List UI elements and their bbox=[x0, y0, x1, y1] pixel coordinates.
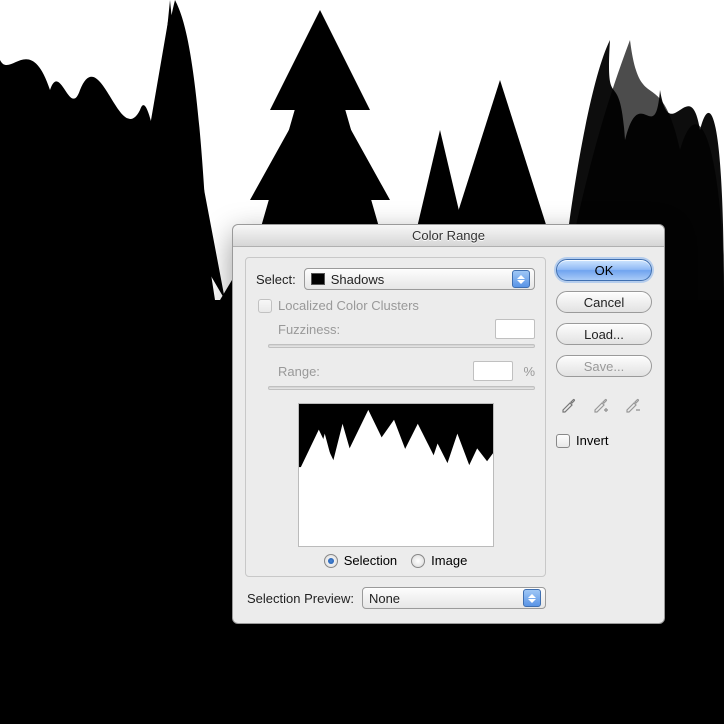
radio-image-icon bbox=[411, 554, 425, 568]
localized-label: Localized Color Clusters bbox=[278, 298, 419, 313]
radio-selection-label: Selection bbox=[344, 553, 397, 568]
fuzziness-label: Fuzziness: bbox=[278, 322, 350, 337]
invert-checkbox[interactable] bbox=[556, 434, 570, 448]
range-slider[interactable] bbox=[268, 383, 535, 393]
save-button[interactable]: Save... bbox=[556, 355, 652, 377]
radio-selection[interactable]: Selection bbox=[324, 553, 397, 568]
radio-image-label: Image bbox=[431, 553, 467, 568]
cancel-button[interactable]: Cancel bbox=[556, 291, 652, 313]
radio-selection-icon bbox=[324, 554, 338, 568]
invert-label: Invert bbox=[576, 433, 609, 448]
radio-image[interactable]: Image bbox=[411, 553, 467, 568]
dropdown-arrows-icon bbox=[523, 589, 541, 607]
range-suffix: % bbox=[523, 364, 535, 379]
dropdown-arrows-icon bbox=[512, 270, 530, 288]
fuzziness-slider[interactable] bbox=[268, 341, 535, 351]
eyedropper-icon[interactable] bbox=[558, 393, 580, 415]
select-value: Shadows bbox=[331, 272, 508, 287]
load-button[interactable]: Load... bbox=[556, 323, 652, 345]
selection-preview-dropdown[interactable]: None bbox=[362, 587, 546, 609]
dialog-title: Color Range bbox=[412, 228, 485, 243]
color-range-dialog: Color Range Select: Shadows Localize bbox=[232, 224, 665, 624]
select-dropdown[interactable]: Shadows bbox=[304, 268, 535, 290]
range-label: Range: bbox=[278, 364, 350, 379]
range-field[interactable] bbox=[473, 361, 513, 381]
fuzziness-field[interactable] bbox=[495, 319, 535, 339]
eyedropper-add-icon[interactable] bbox=[590, 393, 612, 415]
dialog-titlebar: Color Range bbox=[233, 225, 664, 247]
eyedropper-subtract-icon[interactable] bbox=[622, 393, 644, 415]
select-label: Select: bbox=[256, 272, 296, 287]
shadows-swatch-icon bbox=[311, 273, 325, 285]
localized-checkbox[interactable] bbox=[258, 299, 272, 313]
ok-button[interactable]: OK bbox=[556, 259, 652, 281]
selection-preview-value: None bbox=[369, 591, 519, 606]
selection-preview-thumbnail bbox=[298, 403, 494, 547]
select-fieldset: Select: Shadows Localized Color Clusters… bbox=[245, 257, 546, 577]
selection-preview-label: Selection Preview: bbox=[247, 591, 354, 606]
